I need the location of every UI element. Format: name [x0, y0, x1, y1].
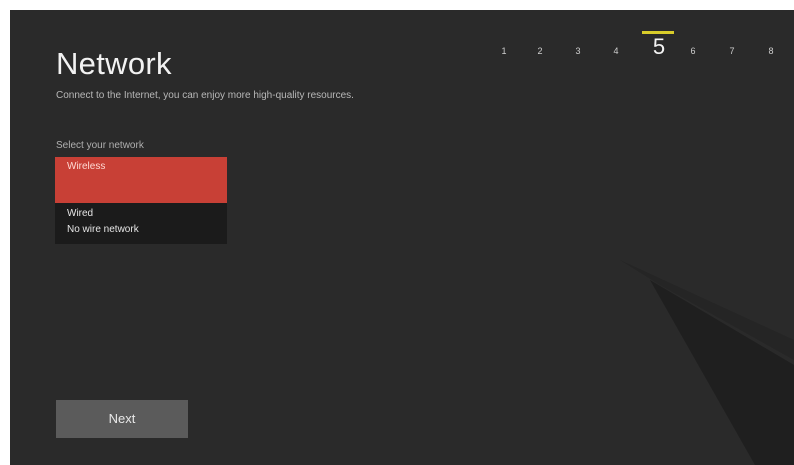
page-subtitle: Connect to the Internet, you can enjoy m… — [56, 90, 354, 101]
network-option-wireless[interactable]: Wireless — [55, 157, 227, 203]
network-option-no-wire[interactable]: No wire network — [55, 222, 227, 238]
step-8: 8 — [768, 46, 774, 56]
network-select-label: Select your network — [56, 140, 144, 151]
step-2: 2 — [537, 46, 543, 56]
setup-screen: Network Connect to the Internet, you can… — [10, 10, 794, 465]
network-option-wired[interactable]: Wired — [55, 206, 227, 222]
page-title: Network — [56, 46, 172, 81]
step-7: 7 — [729, 46, 735, 56]
step-indicator: 1 2 3 4 5 6 7 8 — [494, 31, 794, 72]
next-button[interactable]: Next — [56, 400, 188, 438]
step-1: 1 — [501, 46, 507, 56]
step-6: 6 — [690, 46, 696, 56]
network-option-list: Wireless Wired No wire network — [55, 157, 227, 244]
step-4: 4 — [613, 46, 619, 56]
step-5-current: 5 — [641, 31, 677, 60]
step-3: 3 — [575, 46, 581, 56]
